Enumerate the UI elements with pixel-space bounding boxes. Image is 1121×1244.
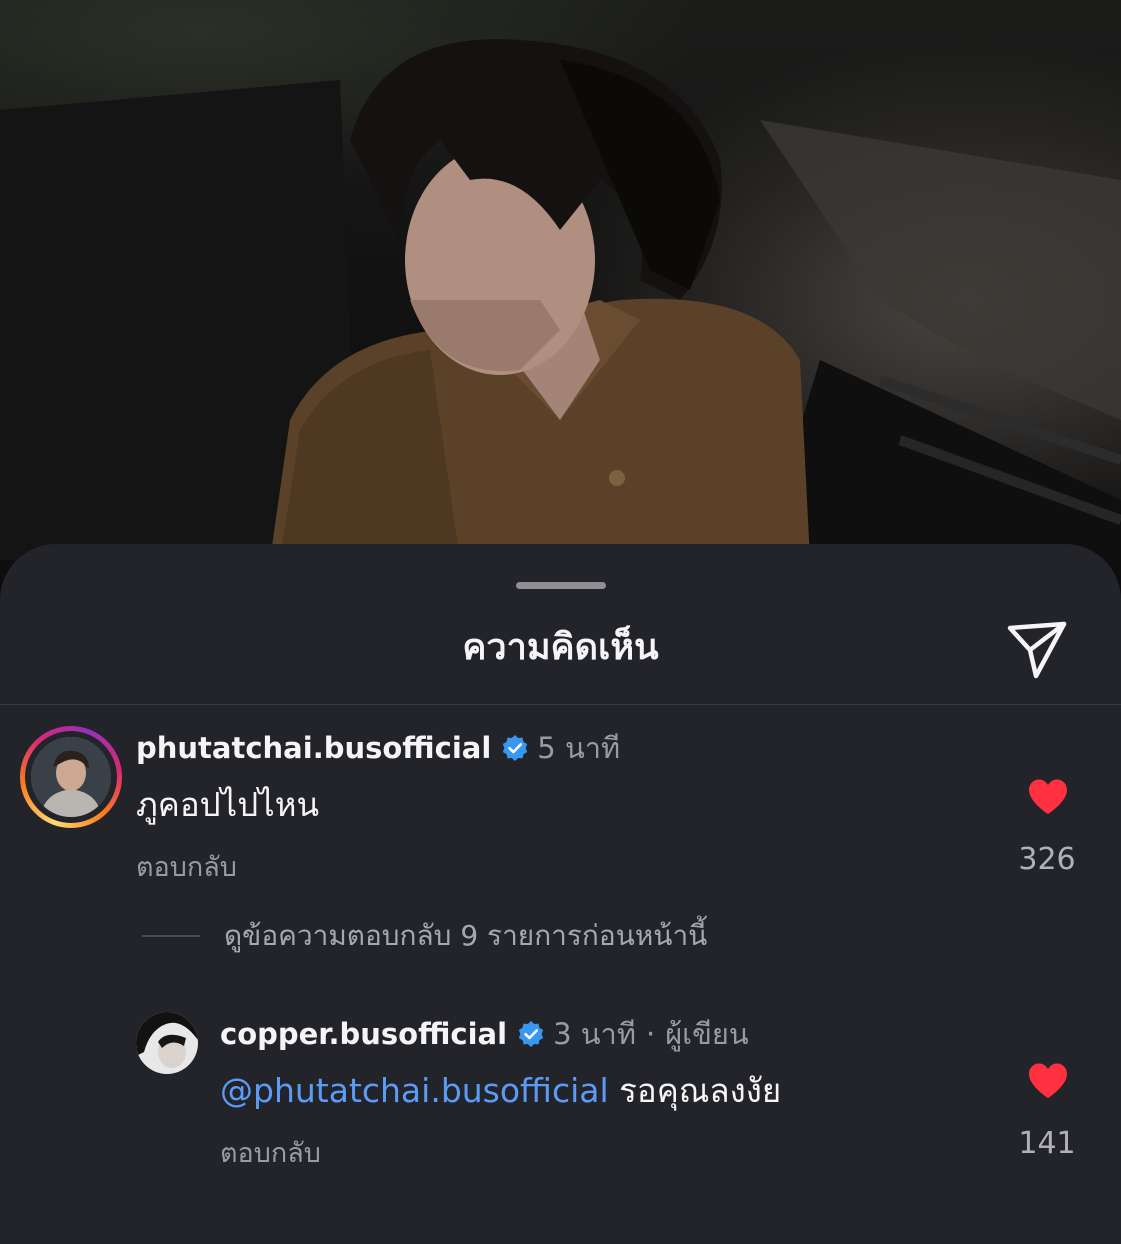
comment-meta: phutatchai.busofficial 5 นาที — [136, 728, 620, 768]
author-badge: ผู้เขียน — [665, 1017, 749, 1051]
view-replies-label: ดูข้อความตอบกลับ 9 รายการก่อนหน้านี้ — [224, 919, 708, 952]
like-count: 326 — [1018, 842, 1076, 877]
heart-filled-icon[interactable] — [1027, 1062, 1069, 1100]
reply-time: 3 นาที — [553, 1017, 636, 1051]
reply-meta: copper.busofficial 3 นาที · ผู้เขียน — [220, 1014, 749, 1054]
comment-text: ภูคอปไปไหน — [136, 785, 320, 824]
photo-scene — [0, 39, 1121, 560]
reply-text: @phutatchai.busofficial รอคุณลงงัย — [220, 1068, 781, 1114]
heart-filled-icon[interactable] — [1027, 778, 1069, 816]
paper-plane-icon — [1007, 621, 1067, 679]
verified-badge-icon — [503, 735, 528, 761]
reply-button[interactable]: ตอบกลับ — [220, 1134, 321, 1174]
mention-link[interactable]: @phutatchai.busofficial — [220, 1071, 609, 1110]
share-button[interactable] — [1000, 612, 1072, 684]
like-count: 141 — [1018, 1126, 1076, 1161]
comment-time: 5 นาที — [537, 731, 621, 765]
verified-badge-icon — [518, 1021, 544, 1047]
reply-body: รอคุณลงงัย — [619, 1071, 782, 1110]
post-photo — [0, 0, 1121, 600]
sheet-title: ความคิดเห็น — [462, 627, 659, 668]
meta-separator: · — [645, 1017, 656, 1051]
header-divider — [0, 704, 1121, 705]
replies-line — [142, 935, 200, 937]
reply-username[interactable]: copper.busofficial — [220, 1014, 507, 1054]
reply-button[interactable]: ตอบกลับ — [136, 848, 237, 888]
view-previous-replies[interactable]: ดูข้อความตอบกลับ 9 รายการก่อนหน้านี้ — [142, 916, 707, 956]
sheet-drag-handle[interactable] — [516, 582, 606, 589]
comment-avatar-story-ring[interactable] — [20, 726, 122, 828]
avatar — [31, 737, 111, 817]
comment-username[interactable]: phutatchai.busofficial — [136, 728, 491, 768]
reply-avatar[interactable] — [136, 1012, 198, 1074]
